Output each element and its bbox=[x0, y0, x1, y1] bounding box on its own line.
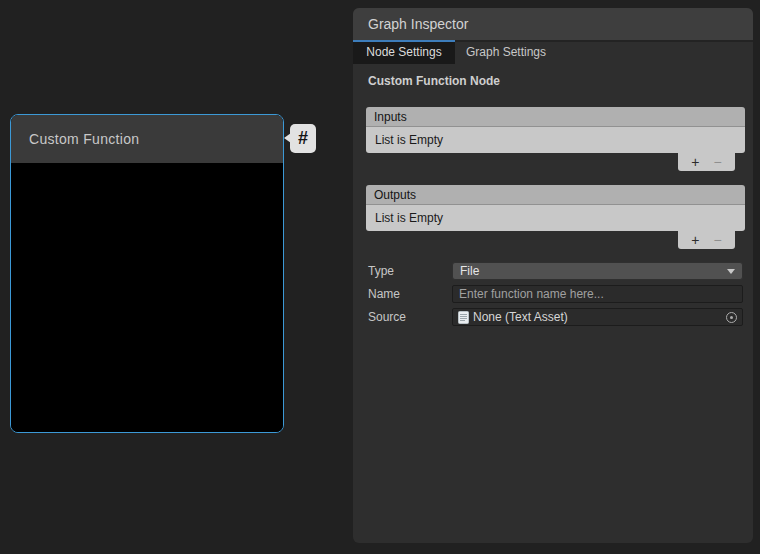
tab-node-settings[interactable]: Node Settings bbox=[353, 40, 455, 64]
name-input[interactable] bbox=[452, 285, 743, 303]
name-label: Name bbox=[368, 287, 452, 301]
type-label: Type bbox=[368, 264, 452, 278]
outputs-list: Outputs List is Empty + − bbox=[366, 185, 745, 249]
panel-title: Graph Inspector bbox=[368, 16, 468, 32]
chevron-down-icon bbox=[727, 269, 735, 274]
remove-input-button[interactable]: − bbox=[714, 155, 722, 169]
source-value: None (Text Asset) bbox=[473, 310, 568, 324]
add-input-button[interactable]: + bbox=[691, 155, 699, 169]
text-asset-icon bbox=[458, 311, 469, 324]
outputs-list-footer: + − bbox=[678, 231, 735, 249]
add-output-button[interactable]: + bbox=[691, 233, 699, 247]
remove-output-button[interactable]: − bbox=[714, 233, 722, 247]
tab-bar: Node Settings Graph Settings bbox=[353, 40, 753, 64]
inputs-list-header: Inputs bbox=[366, 107, 745, 127]
inputs-list: Inputs List is Empty + − bbox=[366, 107, 745, 171]
source-label: Source bbox=[368, 310, 452, 324]
inputs-list-footer: + − bbox=[678, 153, 735, 171]
outputs-list-empty-row: List is Empty bbox=[366, 205, 745, 231]
type-dropdown[interactable]: File bbox=[452, 262, 743, 280]
custom-function-node[interactable]: Custom Function bbox=[10, 114, 284, 433]
type-dropdown-value: File bbox=[460, 264, 479, 278]
inputs-list-empty-row: List is Empty bbox=[366, 127, 745, 153]
node-title-bar[interactable]: Custom Function bbox=[11, 115, 283, 163]
badge-tail bbox=[284, 133, 291, 143]
tab-graph-settings[interactable]: Graph Settings bbox=[455, 40, 557, 64]
node-body bbox=[11, 163, 283, 433]
section-title: Custom Function Node bbox=[368, 74, 500, 88]
node-preview-badge[interactable]: # bbox=[290, 124, 316, 153]
hash-icon: # bbox=[298, 128, 308, 149]
source-object-field[interactable]: None (Text Asset) bbox=[452, 308, 743, 326]
graph-inspector-panel: Graph Inspector Node Settings Graph Sett… bbox=[353, 8, 753, 543]
node-title: Custom Function bbox=[29, 131, 139, 147]
panel-header[interactable]: Graph Inspector bbox=[353, 8, 753, 40]
object-picker-icon[interactable] bbox=[726, 312, 737, 323]
outputs-list-header: Outputs bbox=[366, 185, 745, 205]
shader-graph-canvas: Custom Function # Graph Inspector Node S… bbox=[0, 0, 760, 554]
